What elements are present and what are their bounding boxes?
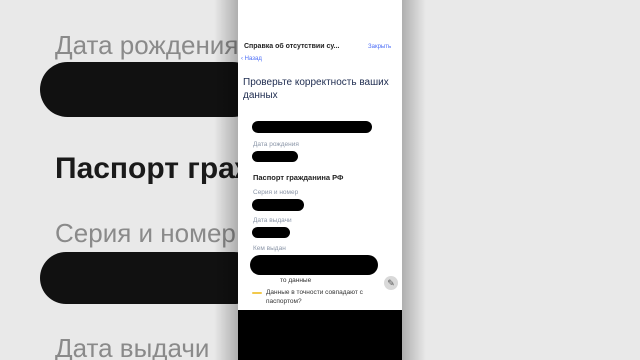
back-link[interactable]: ‹ Назад [241, 56, 262, 62]
redacted-full-name [252, 121, 372, 133]
footer-partial-text: то данные [280, 277, 312, 284]
redacted-issuer [250, 255, 378, 275]
data-match-question: Данные в точности совпадают с паспортом? [266, 289, 363, 305]
edge-shadow [214, 0, 238, 360]
pencil-icon[interactable]: ✎ [384, 276, 398, 290]
bg-issue-label: Дата выдачи [55, 333, 210, 360]
bg-redaction [40, 252, 238, 304]
page-title: Справка об отсутствии су... [244, 43, 340, 50]
redacted-issue-date [252, 227, 290, 238]
phone-bottom-area [238, 310, 402, 360]
redacted-series-number [252, 199, 304, 211]
bg-passport-heading: Паспорт граж [55, 152, 238, 185]
warning-marker [252, 292, 262, 294]
edge-shadow [402, 0, 426, 360]
background-zoom-left: Дата рождения Паспорт граж Серия и номер… [0, 0, 238, 360]
phone-screen: Справка об отсутствии су... Закрыть ‹ На… [238, 0, 402, 310]
issued-by-label: Кем выдан [253, 245, 286, 252]
redacted-birth-date [252, 151, 298, 162]
bg-series-label: Серия и номер [55, 218, 236, 248]
issue-date-label: Дата выдачи [253, 217, 292, 224]
close-link[interactable]: Закрыть [368, 44, 391, 50]
bg-birth-label: Дата рождения [55, 30, 238, 60]
bg-redaction [40, 62, 238, 117]
passport-section-title: Паспорт гражданина РФ [253, 173, 344, 182]
background-zoom-right [402, 0, 640, 360]
birth-date-label: Дата рождения [253, 141, 299, 148]
form-heading: Проверьте корректность ваших данных [243, 77, 389, 101]
back-label: Назад [244, 56, 262, 62]
series-number-label: Серия и номер [253, 189, 299, 196]
